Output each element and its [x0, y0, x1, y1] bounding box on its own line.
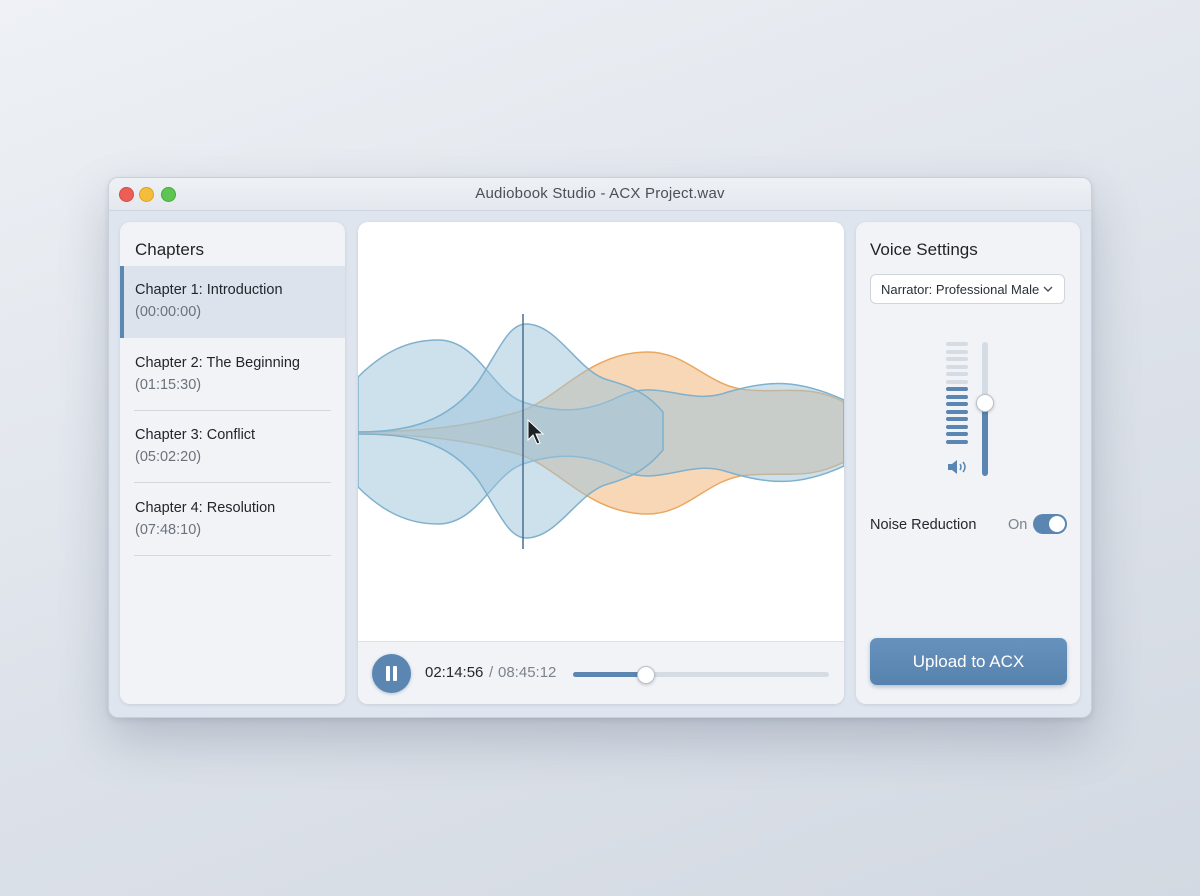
meter-segment [946, 417, 968, 421]
meter-segment [946, 409, 968, 414]
chapter-time: (00:00:00) [135, 304, 202, 320]
waveform-display[interactable] [358, 222, 844, 640]
chapter-time: (01:15:30) [135, 377, 202, 393]
chapter-item-2[interactable]: Chapter 2: The Beginning (01:15:30) [120, 339, 345, 411]
time-separator: / [489, 664, 494, 681]
app-window: Audiobook Studio - ACX Project.wav Chapt… [108, 177, 1092, 718]
chapter-item-1[interactable]: Chapter 1: Introduction (00:00:00) [120, 266, 345, 338]
title-bar: Audiobook Studio - ACX Project.wav [109, 178, 1091, 211]
waveform-area[interactable] [358, 222, 844, 640]
noise-reduction-label: Noise Reduction [870, 517, 977, 533]
divider [134, 555, 331, 556]
meter-segment [946, 402, 968, 406]
narrator-select-value: Narrator: Professional Male [881, 282, 1040, 297]
speaker-icon [948, 460, 966, 474]
chapter-item-4[interactable]: Chapter 4: Resolution (07:48:10) [120, 484, 345, 556]
current-time: 02:14:56 [425, 664, 484, 681]
meter-segment [946, 364, 968, 369]
upload-to-acx-button[interactable]: Upload to ACX [870, 638, 1067, 685]
volume-slider-thumb[interactable] [976, 394, 994, 413]
meter-segment [946, 357, 968, 361]
meter-segment [946, 439, 968, 444]
noise-reduction-state: On [1008, 517, 1028, 533]
volume-slider-fill [982, 402, 988, 476]
playback-controls: 02:14:56 / 08:45:12 [358, 641, 844, 704]
player-panel: 02:14:56 / 08:45:12 [358, 222, 844, 704]
pause-button[interactable] [372, 654, 411, 693]
total-time: 08:45:12 [498, 664, 557, 681]
meter-segment [946, 432, 968, 436]
volume-meter [946, 342, 968, 446]
seek-progress [573, 672, 645, 677]
pause-icon [386, 666, 390, 681]
window-title: Audiobook Studio - ACX Project.wav [475, 185, 725, 202]
chapters-panel: Chapters Chapter 1: Introduction (00:00:… [120, 222, 345, 704]
meter-segment [946, 387, 968, 391]
chevron-down-icon [1043, 286, 1053, 292]
volume-slider[interactable] [976, 342, 994, 476]
chapter-time: (05:02:20) [135, 449, 202, 465]
meter-segment [946, 342, 968, 346]
chapter-time: (07:48:10) [135, 522, 202, 538]
meter-segment [946, 372, 968, 376]
chapter-title: Chapter 3: Conflict [135, 427, 256, 443]
seek-thumb[interactable] [636, 666, 655, 684]
seek-bar[interactable] [573, 666, 829, 684]
narrator-select[interactable]: Narrator: Professional Male [870, 274, 1065, 304]
chapter-title: Chapter 2: The Beginning [135, 355, 300, 371]
voice-settings-panel: Voice Settings Narrator: Professional Ma… [856, 222, 1080, 704]
meter-segment [946, 424, 968, 429]
chapter-title: Chapter 1: Introduction [135, 282, 283, 298]
divider [134, 482, 331, 483]
voice-settings-heading: Voice Settings [870, 240, 978, 259]
chapters-heading: Chapters [135, 240, 204, 259]
toggle-knob [1049, 516, 1065, 532]
meter-segment [946, 394, 968, 399]
meter-segment [946, 379, 968, 384]
active-indicator [120, 266, 124, 338]
noise-reduction-toggle[interactable] [1033, 514, 1067, 534]
chapter-item-3[interactable]: Chapter 3: Conflict (05:02:20) [120, 411, 345, 483]
chapter-title: Chapter 4: Resolution [135, 500, 276, 516]
meter-segment [946, 349, 968, 354]
